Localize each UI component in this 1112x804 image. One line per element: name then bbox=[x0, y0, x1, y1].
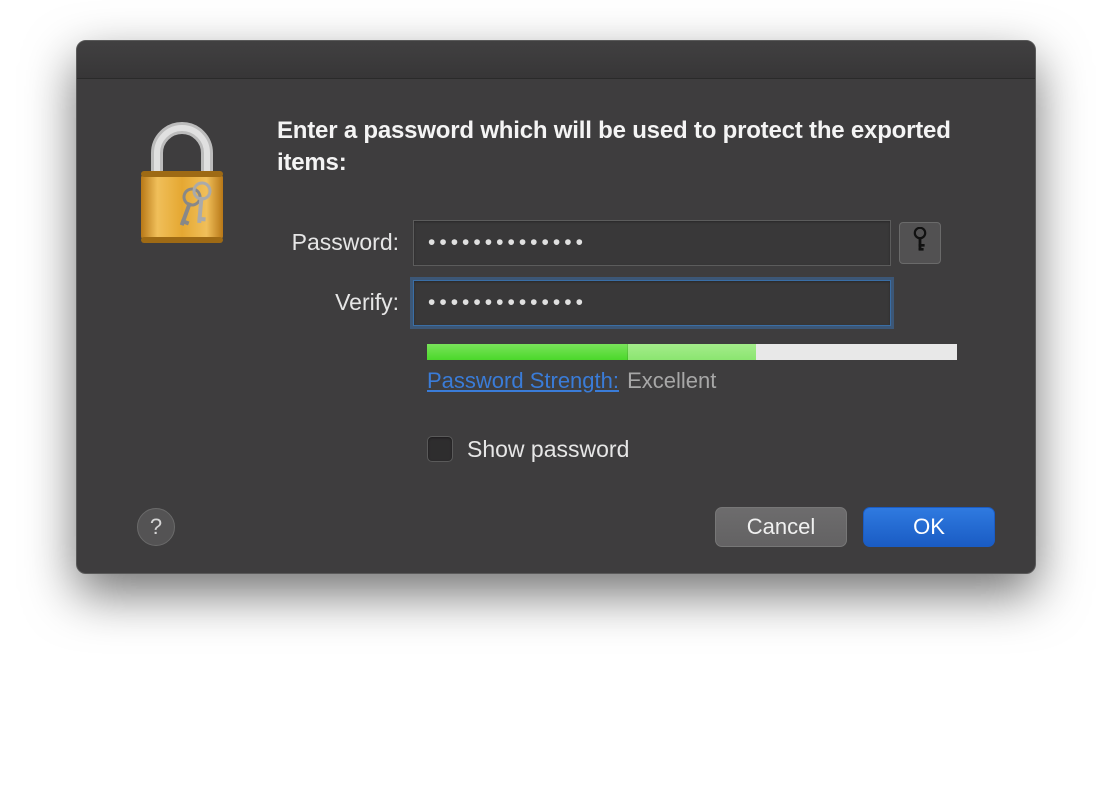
strength-link[interactable]: Password Strength: bbox=[427, 368, 619, 393]
verify-input[interactable] bbox=[413, 280, 891, 326]
dialog-body: Enter a password which will be used to p… bbox=[77, 79, 1035, 573]
titlebar bbox=[77, 41, 1035, 79]
help-icon: ? bbox=[150, 514, 162, 540]
strength-section: Password Strength: Excellent bbox=[427, 344, 995, 394]
password-row: Password: bbox=[277, 220, 995, 266]
verify-row: Verify: bbox=[277, 280, 995, 326]
strength-meter-fill-light bbox=[628, 344, 755, 360]
cancel-button[interactable]: Cancel bbox=[715, 507, 847, 547]
help-button[interactable]: ? bbox=[137, 508, 175, 546]
show-password-checkbox[interactable] bbox=[427, 436, 453, 462]
show-password-label[interactable]: Show password bbox=[467, 436, 629, 463]
ok-button[interactable]: OK bbox=[863, 507, 995, 547]
strength-value: Excellent bbox=[627, 368, 716, 393]
password-input[interactable] bbox=[413, 220, 891, 266]
key-button[interactable] bbox=[899, 222, 941, 264]
icon-column bbox=[127, 115, 247, 547]
strength-meter-fill-strong bbox=[427, 344, 628, 360]
lock-icon bbox=[127, 119, 237, 249]
verify-label: Verify: bbox=[277, 289, 413, 316]
strength-line: Password Strength: Excellent bbox=[427, 368, 995, 394]
content-column: Enter a password which will be used to p… bbox=[247, 115, 995, 547]
password-label: Password: bbox=[277, 229, 413, 256]
strength-meter bbox=[427, 344, 957, 360]
key-icon bbox=[911, 227, 929, 258]
show-password-row: Show password bbox=[427, 436, 995, 463]
export-password-dialog: Enter a password which will be used to p… bbox=[76, 40, 1036, 574]
footer: ? Cancel OK bbox=[277, 493, 995, 547]
prompt-text: Enter a password which will be used to p… bbox=[277, 115, 995, 180]
